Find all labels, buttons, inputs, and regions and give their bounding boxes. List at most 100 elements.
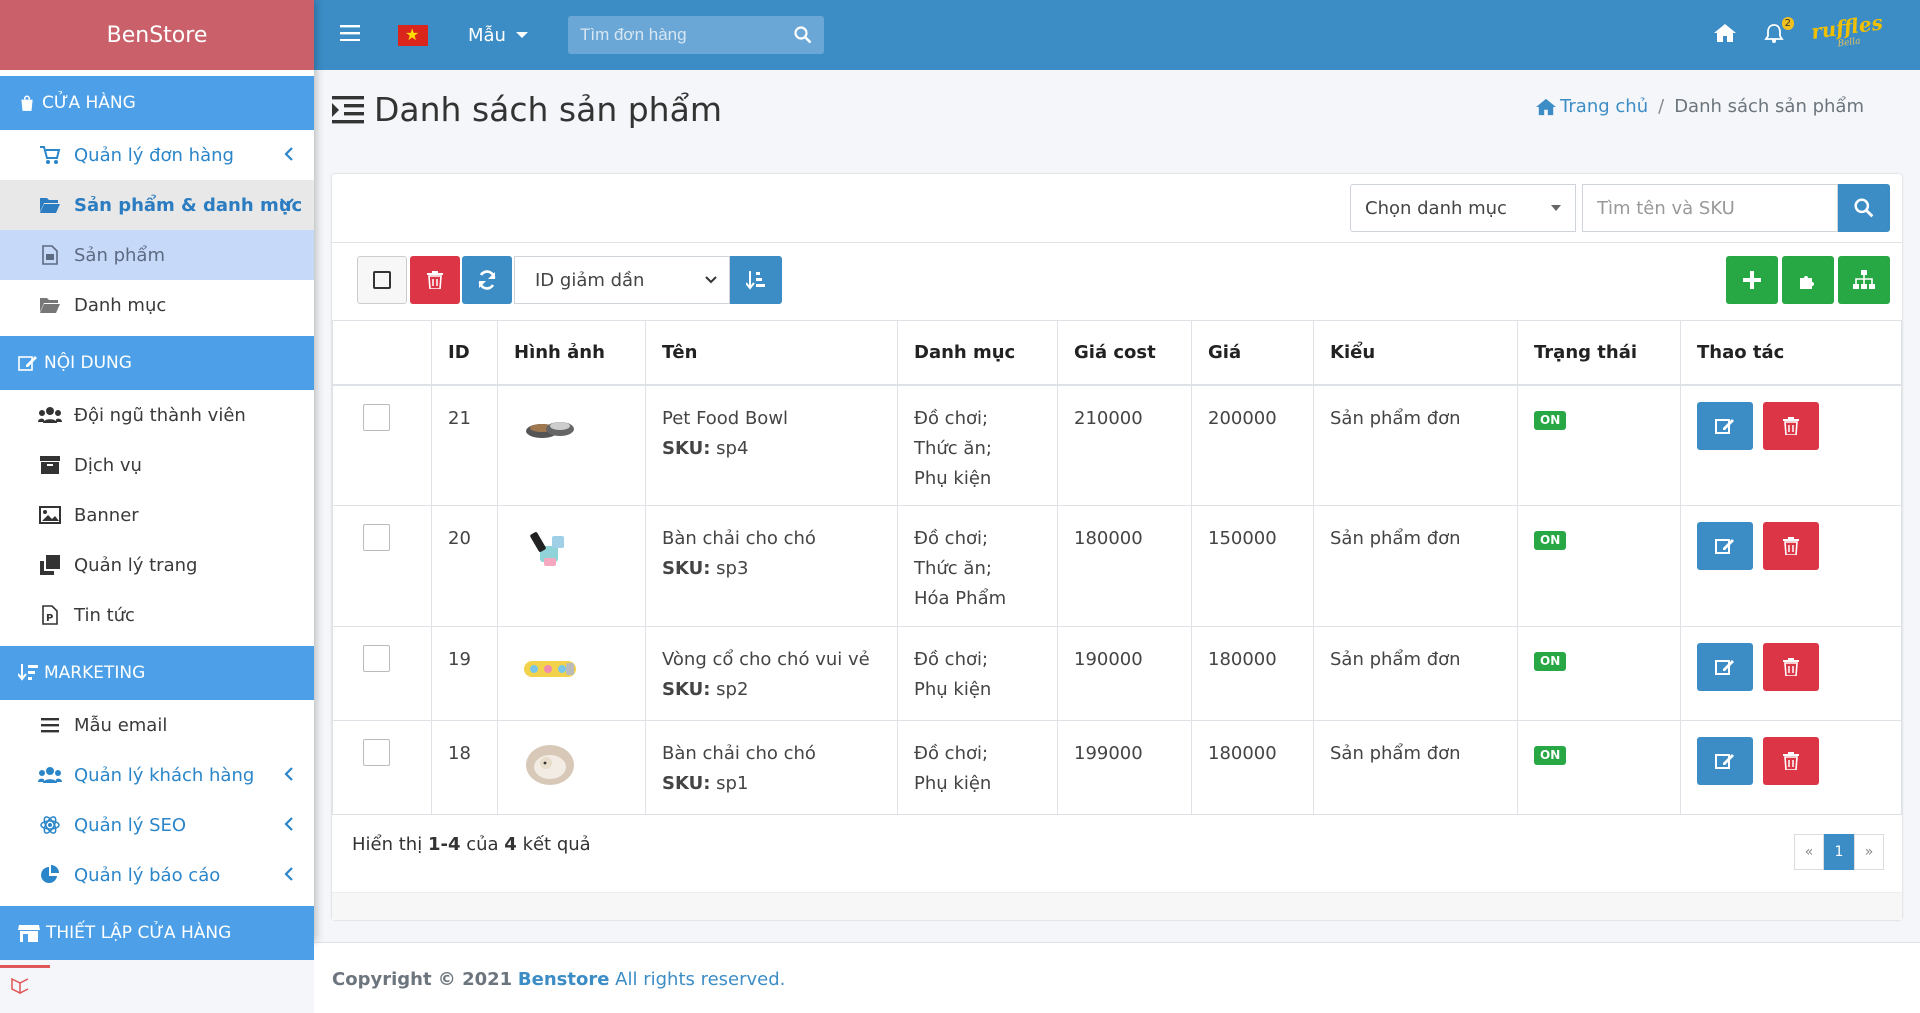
sidebar-item-team[interactable]: Đội ngũ thành viên [0, 390, 314, 440]
footer-brand-link[interactable]: Benstore [518, 969, 610, 990]
edit-button[interactable] [1697, 643, 1753, 691]
status-toggle[interactable]: ON [1534, 410, 1567, 430]
chevron-down-icon [705, 276, 717, 284]
menu-toggle-icon[interactable] [340, 24, 362, 46]
sidebar-item-email-templates[interactable]: Mẫu email [0, 700, 314, 750]
sidebar-item-products-categories[interactable]: Sản phẩm & danh mục [0, 180, 314, 230]
template-dropdown[interactable]: Mẫu [468, 25, 528, 46]
sidebar-item-pages[interactable]: Quản lý trang [0, 540, 314, 590]
cost-cell: 199000 [1057, 720, 1192, 815]
actions-cell [1680, 505, 1902, 627]
column-header[interactable]: ID [431, 320, 498, 386]
pagination-next[interactable]: » [1854, 834, 1884, 870]
column-header-select [332, 320, 432, 386]
name-cell: Bàn chải cho chó SKU: sp3 [645, 505, 898, 627]
add-variant-button[interactable] [1782, 256, 1834, 304]
refresh-button[interactable] [462, 256, 512, 304]
status-toggle[interactable]: ON [1534, 652, 1567, 671]
search-button[interactable] [1838, 184, 1890, 232]
delete-button[interactable] [1763, 522, 1819, 570]
archive-icon [38, 453, 62, 477]
pagination-prev[interactable]: « [1794, 834, 1824, 870]
category-select[interactable]: Chọn danh mục [1350, 184, 1576, 232]
store-logo[interactable]: ruffles Bella [1810, 10, 1886, 56]
delete-button[interactable] [1763, 737, 1819, 785]
order-search-input[interactable] [579, 25, 780, 45]
section-content[interactable]: NỘI DUNG [0, 336, 314, 390]
column-header: Trạng thái [1517, 320, 1681, 386]
sidebar-item-label: Banner [74, 504, 139, 526]
sidebar-item-news[interactable]: P Tin tức [0, 590, 314, 640]
delete-button[interactable] [1763, 401, 1819, 450]
column-header[interactable]: Tên [645, 320, 898, 386]
section-store[interactable]: CỬA HÀNG [0, 76, 314, 130]
sku-label: SKU: [662, 679, 711, 700]
sidebar-item-products[interactable]: Sản phẩm [0, 230, 314, 280]
sidebar-item-label: Danh mục [74, 294, 167, 316]
add-product-button[interactable] [1726, 256, 1778, 304]
divider [332, 242, 1902, 243]
category-cell: Đồ chơi; Thức ăn; Hóa Phẩm [897, 505, 1058, 627]
table-row: 21 Pet Food Bowl SKU: sp4 Đồ chơi; Thức … [332, 384, 1902, 506]
row-checkbox[interactable] [363, 524, 390, 551]
users-icon [38, 763, 62, 787]
sidebar-item-reports[interactable]: Quản lý báo cáo [0, 850, 314, 900]
search-icon[interactable] [794, 26, 812, 44]
section-store-settings[interactable]: THIẾT LẬP CỬA HÀNG [0, 906, 314, 960]
status-toggle[interactable]: ON [1534, 746, 1567, 765]
status-toggle[interactable]: ON [1534, 531, 1567, 550]
column-header[interactable]: Giá [1191, 320, 1314, 386]
sku-value: sp1 [716, 773, 749, 794]
product-thumbnail[interactable] [522, 735, 578, 791]
folder-open-icon [38, 193, 62, 217]
sidebar-item-banner[interactable]: Banner [0, 490, 314, 540]
section-marketing[interactable]: MARKETING [0, 646, 314, 700]
product-thumbnail[interactable] [522, 641, 578, 697]
summary-of: của [466, 834, 499, 855]
product-thumbnail[interactable] [522, 520, 578, 576]
sku-label: SKU: [662, 773, 711, 794]
sidebar-item-customers[interactable]: Quản lý khách hàng [0, 750, 314, 800]
edit-button[interactable] [1697, 737, 1753, 785]
row-checkbox[interactable] [363, 739, 390, 766]
sitemap-icon [1853, 270, 1875, 289]
sidebar-item-services[interactable]: Dịch vụ [0, 440, 314, 490]
pagination-page[interactable]: 1 [1824, 834, 1854, 870]
product-name[interactable]: Pet Food Bowl [662, 404, 881, 434]
section-marketing-label: MARKETING [44, 663, 146, 683]
add-combo-button[interactable] [1838, 256, 1890, 304]
product-name[interactable]: Bàn chải cho chó [662, 524, 881, 554]
bulk-toolbar: ID giảm dần [357, 256, 782, 304]
sort-select[interactable]: ID giảm dần [514, 256, 730, 304]
sidebar-item-categories[interactable]: Danh mục [0, 280, 314, 330]
sidebar-item-label: Đội ngũ thành viên [74, 404, 246, 426]
select-all-button[interactable] [357, 256, 407, 304]
edit-icon [1715, 754, 1734, 769]
name-sku-search-input[interactable]: Tìm tên và SKU [1582, 184, 1838, 232]
edit-icon [18, 356, 37, 371]
edit-button[interactable] [1697, 522, 1753, 570]
product-name[interactable]: Vòng cổ cho chó vui vẻ [662, 645, 881, 675]
product-name[interactable]: Bàn chải cho chó [662, 739, 881, 769]
home-icon[interactable] [1714, 23, 1737, 48]
sort-amount-down-icon [746, 271, 765, 290]
product-thumbnail[interactable] [522, 400, 578, 456]
row-checkbox[interactable] [363, 403, 390, 431]
caret-down-icon [515, 32, 528, 38]
delete-button[interactable] [1763, 643, 1819, 691]
vietnam-flag-icon[interactable]: ★ [398, 24, 428, 46]
notification-bell-icon[interactable]: 2 [1764, 16, 1795, 48]
bulk-delete-button[interactable] [410, 256, 460, 304]
row-checkbox[interactable] [363, 645, 390, 672]
top-navbar: ★ Mẫu 2 ruffles Bella [314, 0, 1920, 70]
edit-button[interactable] [1697, 401, 1753, 450]
chevron-left-icon [284, 767, 293, 781]
search-icon [1854, 198, 1874, 218]
sidebar-item-orders[interactable]: Quản lý đơn hàng [0, 130, 314, 180]
brand-title[interactable]: BenStore [0, 0, 314, 70]
sort-direction-button[interactable] [730, 256, 782, 304]
sidebar-item-seo[interactable]: Quản lý SEO [0, 800, 314, 850]
breadcrumb-home[interactable]: Trang chủ [1536, 96, 1648, 117]
sidebar-item-label: Sản phẩm [74, 244, 165, 266]
column-header[interactable]: Giá cost [1057, 320, 1192, 386]
